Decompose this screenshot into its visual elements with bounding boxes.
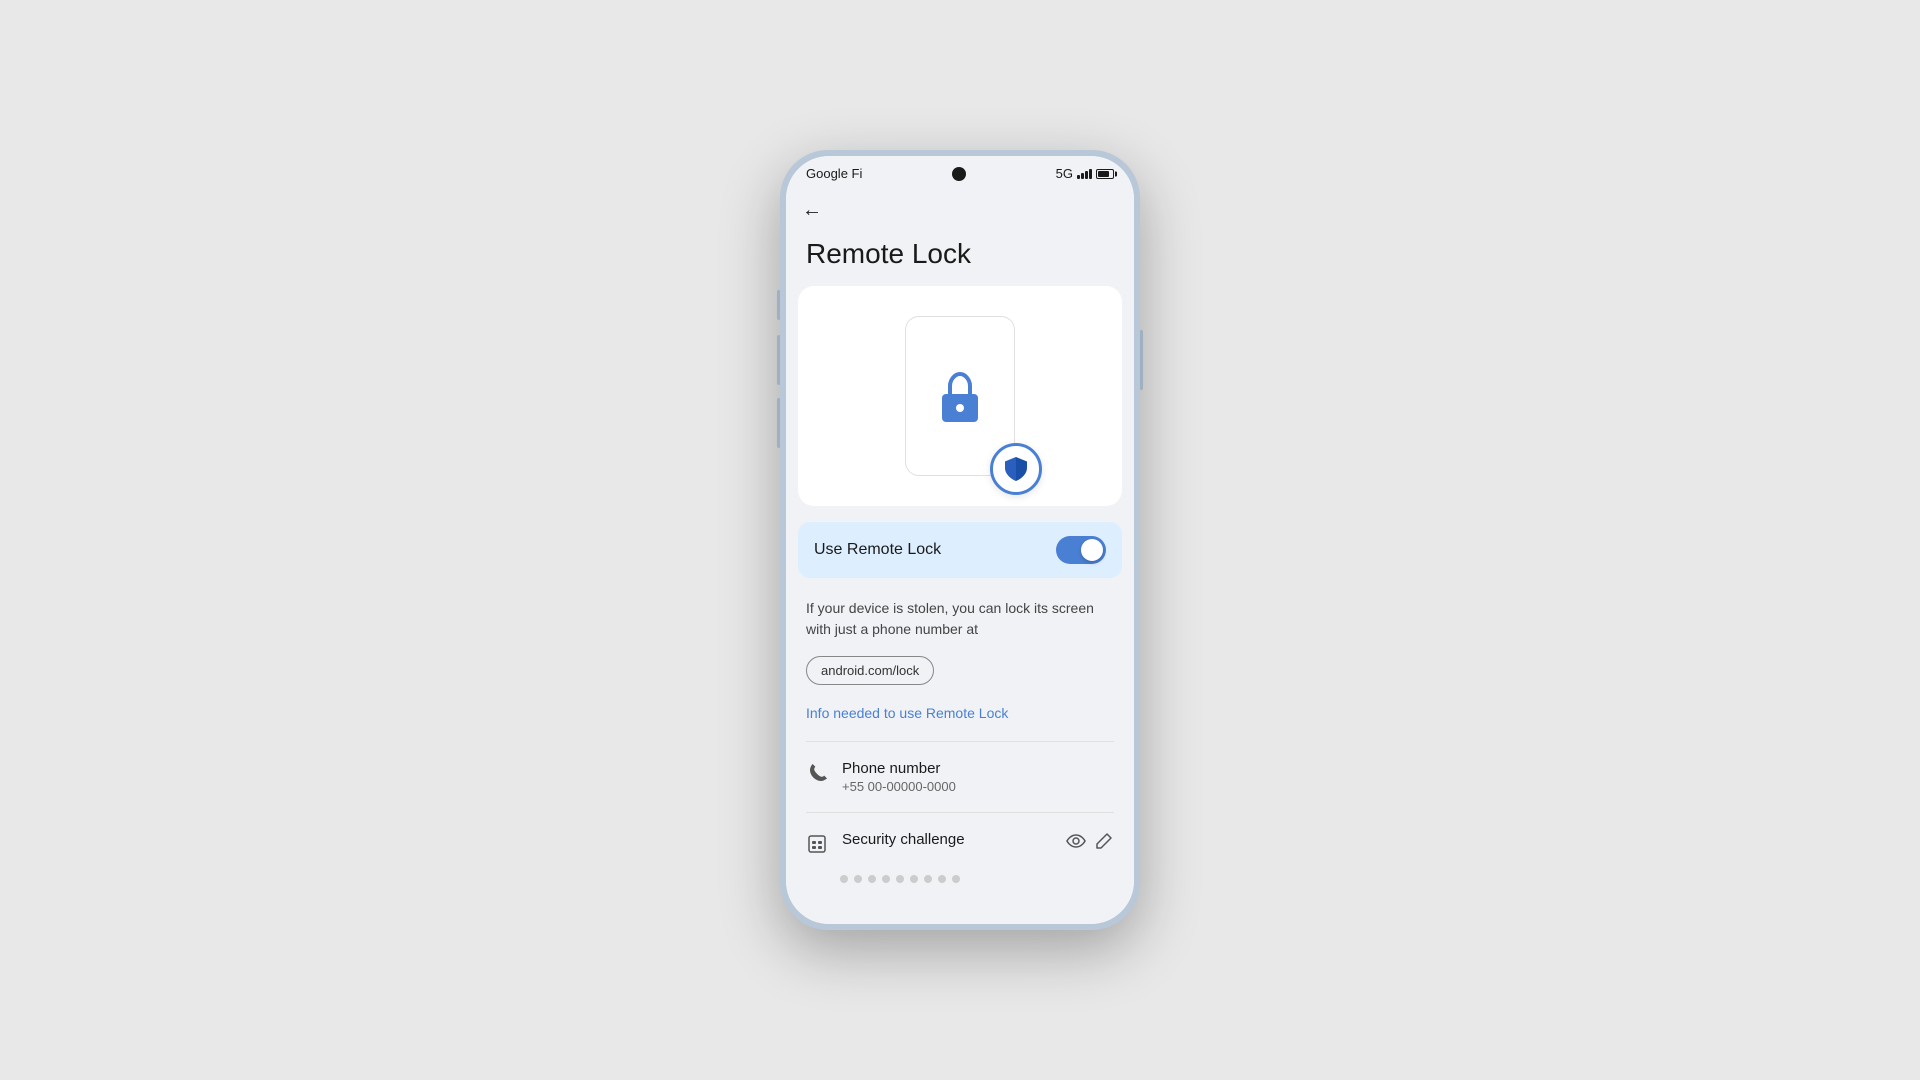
phone-frame: Google Fi 5G ← Remot xyxy=(780,150,1140,930)
phone-number-item: Phone number +55 00-00000-0000 xyxy=(786,746,1134,808)
android-lock-link[interactable]: android.com/lock xyxy=(806,656,934,685)
pin-dot-6 xyxy=(910,875,918,883)
description-text: If your device is stolen, you can lock i… xyxy=(786,594,1134,652)
info-needed-link[interactable]: Info needed to use Remote Lock xyxy=(786,701,1134,737)
pin-dot-3 xyxy=(868,875,876,883)
status-icons: 5G xyxy=(1056,166,1114,181)
pin-dot-1 xyxy=(840,875,848,883)
toggle-knob xyxy=(1081,539,1103,561)
power-button xyxy=(1140,330,1143,390)
security-challenge-title: Security challenge xyxy=(842,831,1052,848)
pin-dot-5 xyxy=(896,875,904,883)
camera-dot xyxy=(952,167,966,181)
phone-screen: Google Fi 5G ← Remot xyxy=(786,156,1134,924)
phone-number-text: Phone number +55 00-00000-0000 xyxy=(842,760,1114,794)
use-remote-lock-row[interactable]: Use Remote Lock xyxy=(798,522,1122,578)
pin-dot-7 xyxy=(924,875,932,883)
security-icon xyxy=(806,833,828,861)
security-actions xyxy=(1066,831,1114,856)
battery-icon xyxy=(1096,169,1114,179)
page-content: ← Remote Lock xyxy=(786,187,1134,924)
back-button[interactable]: ← xyxy=(786,187,1134,230)
mute-button xyxy=(777,290,780,320)
network-label: 5G xyxy=(1056,166,1073,181)
pin-dot-8 xyxy=(938,875,946,883)
phone-icon xyxy=(806,762,828,790)
security-challenge-item: Security challenge xyxy=(786,817,1134,875)
pin-dot-9 xyxy=(952,875,960,883)
signal-icon xyxy=(1077,169,1092,179)
remote-lock-toggle[interactable] xyxy=(1056,536,1106,564)
volume-down-button xyxy=(777,398,780,448)
volume-up-button xyxy=(777,335,780,385)
divider-1 xyxy=(806,741,1114,742)
edit-icon[interactable] xyxy=(1094,831,1114,856)
carrier-label: Google Fi xyxy=(806,166,862,181)
phone-illustration xyxy=(905,316,1015,476)
shield-badge xyxy=(990,443,1042,495)
phone-number-value: +55 00-00000-0000 xyxy=(842,779,1114,794)
toggle-label: Use Remote Lock xyxy=(814,541,941,559)
status-bar: Google Fi 5G xyxy=(786,156,1134,187)
divider-2 xyxy=(806,812,1114,813)
illustration-card xyxy=(798,286,1122,506)
pin-dot-4 xyxy=(882,875,890,883)
shield-icon xyxy=(1001,454,1031,484)
phone-number-title: Phone number xyxy=(842,760,1114,777)
pin-dots xyxy=(786,875,1134,893)
page-title: Remote Lock xyxy=(786,230,1134,286)
eye-icon[interactable] xyxy=(1066,831,1086,856)
back-arrow-icon: ← xyxy=(802,199,822,221)
pin-dot-2 xyxy=(854,875,862,883)
security-challenge-text: Security challenge xyxy=(842,831,1052,850)
lock-icon xyxy=(930,366,990,426)
